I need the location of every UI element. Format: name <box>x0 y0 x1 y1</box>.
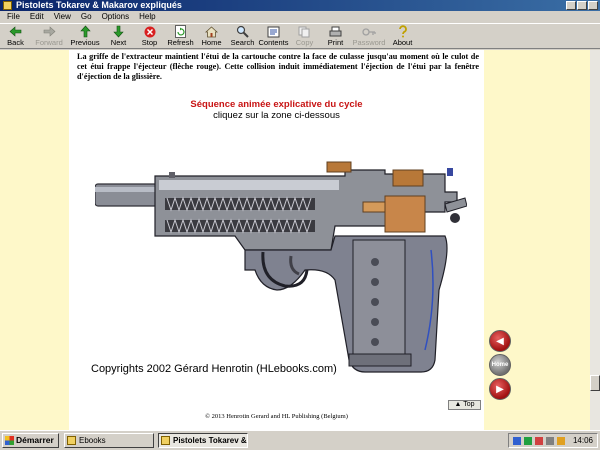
stop-button[interactable]: Stop <box>134 24 165 49</box>
nav-previous-button[interactable]: ◀ <box>489 330 511 352</box>
toolbar: Back Forward Previous Next Stop Refresh … <box>0 23 600 49</box>
tray-extra-icon[interactable] <box>557 437 565 445</box>
refresh-icon <box>174 25 188 38</box>
left-arrow-icon: ◀ <box>496 335 504 347</box>
sequence-title: Séquence animée explicative du cycle <box>190 99 363 110</box>
sequence-subtitle: cliquez sur la zone ci-dessous <box>213 110 340 121</box>
image-caption: Copyrights 2002 Gérard Henrotin (HLebook… <box>91 363 337 375</box>
menu-go[interactable]: Go <box>76 11 97 23</box>
copy-button[interactable]: Copy <box>289 24 320 49</box>
shield-icon[interactable] <box>535 437 543 445</box>
menu-options[interactable]: Options <box>97 11 135 23</box>
print-button[interactable]: Print <box>320 24 351 49</box>
menu-file[interactable]: File <box>2 11 25 23</box>
close-button[interactable] <box>588 1 598 10</box>
vertical-scrollbar[interactable] <box>590 50 600 430</box>
password-button[interactable]: Password <box>351 24 387 49</box>
contents-icon <box>267 25 281 38</box>
previous-button[interactable]: Previous <box>67 24 103 49</box>
task-ebooks[interactable]: Ebooks <box>64 433 154 448</box>
menu-edit[interactable]: Edit <box>25 11 49 23</box>
search-icon <box>236 25 250 38</box>
menu-help[interactable]: Help <box>134 11 160 23</box>
volume-icon[interactable] <box>546 437 554 445</box>
right-arrow-icon: ▶ <box>496 383 504 395</box>
refresh-button[interactable]: Refresh <box>165 24 196 49</box>
about-icon <box>396 25 410 38</box>
next-button[interactable]: Next <box>103 24 134 49</box>
scrollbar-thumb[interactable] <box>590 375 600 391</box>
forward-arrow-icon <box>42 25 56 38</box>
taskbar: Démarrer Ebooks Pistolets Tokarev & ... … <box>0 430 600 450</box>
print-icon <box>329 25 343 38</box>
folder-icon <box>67 436 76 445</box>
top-button[interactable]: ▲ Top <box>448 400 481 410</box>
windows-logo-icon <box>5 436 14 445</box>
menu-view[interactable]: View <box>49 11 76 23</box>
pistol-animation-area[interactable] <box>95 140 467 380</box>
nav-home-button[interactable]: Home <box>489 354 511 376</box>
about-button[interactable]: About <box>387 24 418 49</box>
book-icon <box>161 436 170 445</box>
content-area: La griffe de l'extracteur maintient l'ét… <box>0 50 590 430</box>
up-triangle-icon: ▲ <box>454 401 462 408</box>
app-icon <box>3 1 12 10</box>
document-page: La griffe de l'extracteur maintient l'ét… <box>69 50 484 430</box>
nav-next-button[interactable]: ▶ <box>489 378 511 400</box>
maximize-button[interactable] <box>577 1 587 10</box>
task-pistolets[interactable]: Pistolets Tokarev & ... <box>158 433 248 448</box>
stop-icon <box>143 25 157 38</box>
home-icon <box>205 25 219 38</box>
back-arrow-icon <box>9 25 23 38</box>
home-button[interactable]: Home <box>196 24 227 49</box>
up-arrow-icon <box>78 25 92 38</box>
copy-icon <box>298 25 312 38</box>
network-icon[interactable] <box>513 437 521 445</box>
clock[interactable]: 14:06 <box>573 434 593 447</box>
back-button[interactable]: Back <box>0 24 31 49</box>
forward-button[interactable]: Forward <box>31 24 67 49</box>
minimize-button[interactable] <box>566 1 576 10</box>
search-button[interactable]: Search <box>227 24 258 49</box>
key-icon <box>362 25 376 38</box>
window-title: Pistolets Tokarev & Makarov expliqués <box>16 0 182 10</box>
contents-button[interactable]: Contents <box>258 24 289 49</box>
page-footer: © 2013 Henrotin Gerard and HL Publishing… <box>205 413 348 420</box>
window-titlebar: Pistolets Tokarev & Makarov expliqués <box>0 0 600 11</box>
down-arrow-icon <box>112 25 126 38</box>
menu-bar: File Edit View Go Options Help <box>0 11 600 23</box>
tray-app-icon[interactable] <box>524 437 532 445</box>
system-tray: 14:06 <box>508 433 598 448</box>
intro-paragraph: La griffe de l'extracteur maintient l'ét… <box>77 52 479 81</box>
start-button[interactable]: Démarrer <box>2 433 59 448</box>
